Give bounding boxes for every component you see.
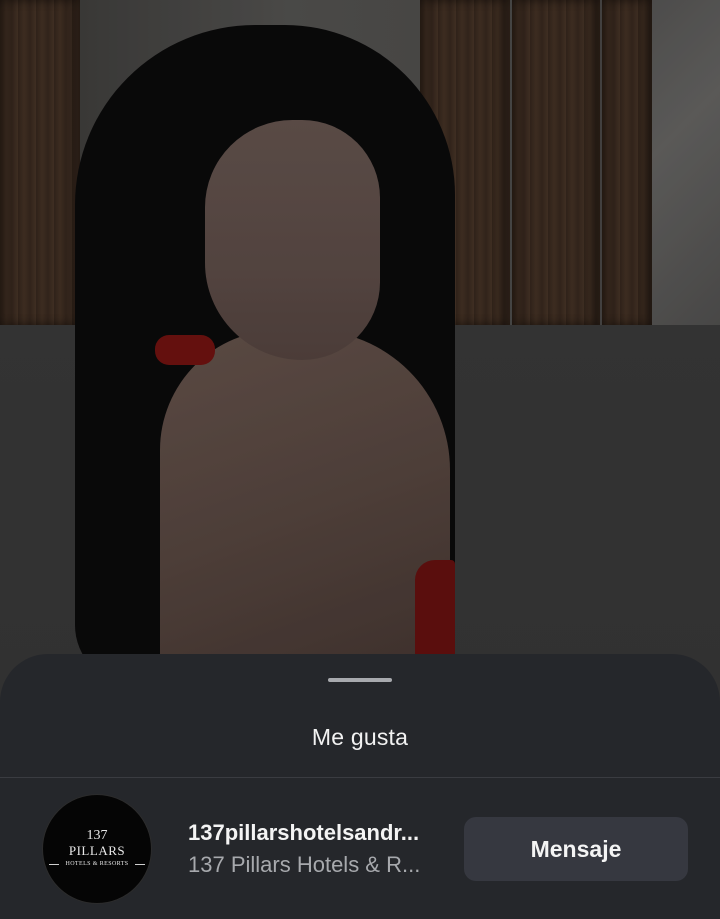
sheet-drag-handle[interactable] — [328, 678, 392, 682]
sheet-title: Me gusta — [311, 724, 409, 750]
avatar-logo-rule — [135, 864, 145, 865]
full-name: 137 Pillars Hotels & R... — [188, 852, 421, 877]
message-button[interactable]: Mensaje — [464, 817, 688, 881]
avatar[interactable]: 137 PILLARS HOTELS & RESORTS — [42, 794, 152, 904]
screen: Me gusta 137 PILLARS HOTELS & RESORTS 13… — [0, 0, 720, 919]
likes-bottom-sheet: Me gusta 137 PILLARS HOTELS & RESORTS 13… — [0, 654, 720, 919]
avatar-logo-line1: 137 — [86, 828, 108, 843]
avatar-logo-line2: PILLARS — [68, 843, 126, 858]
username[interactable]: 137pillarshotelsandr... — [188, 820, 443, 846]
liker-row[interactable]: 137 PILLARS HOTELS & RESORTS 137pillarsh… — [0, 778, 720, 919]
